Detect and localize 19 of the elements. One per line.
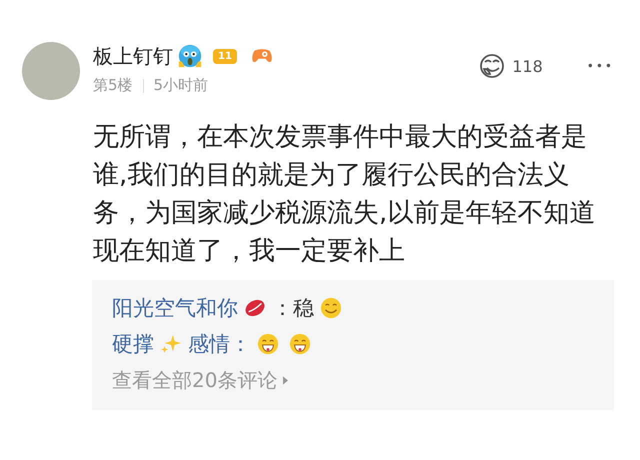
more-menu[interactable]: ••• bbox=[586, 59, 614, 73]
floor-number: 第5楼 bbox=[93, 76, 133, 95]
username[interactable]: 板上钉钉 bbox=[93, 42, 173, 70]
reply-author[interactable]: 感情： bbox=[188, 330, 251, 358]
level-badge: 11 bbox=[213, 48, 237, 64]
laughing-face-icon[interactable] bbox=[478, 52, 506, 80]
grinning-face-icon bbox=[289, 333, 311, 355]
reply-text: ：稳 bbox=[272, 295, 314, 322]
caret-icon bbox=[283, 376, 288, 384]
like-count: 118 bbox=[512, 56, 543, 76]
sparkle-icon bbox=[160, 333, 182, 355]
screaming-face-icon bbox=[177, 43, 203, 69]
reply-author[interactable]: 阳光空气和你 bbox=[112, 294, 238, 322]
post-time: 5小时前 bbox=[154, 76, 208, 95]
grinning-face-icon bbox=[257, 333, 279, 355]
comment-text: 无所谓，在本次发票事件中最大的受益者是谁,我们的目的就是为了履行公民的合法义务，为国家减少税源流失,以前是年轻不知道现在知道了，我一定要补上 bbox=[93, 121, 596, 268]
smiling-face-icon bbox=[320, 297, 342, 319]
reply-author[interactable]: 硬撑 bbox=[112, 330, 154, 358]
lips-icon bbox=[244, 297, 266, 319]
